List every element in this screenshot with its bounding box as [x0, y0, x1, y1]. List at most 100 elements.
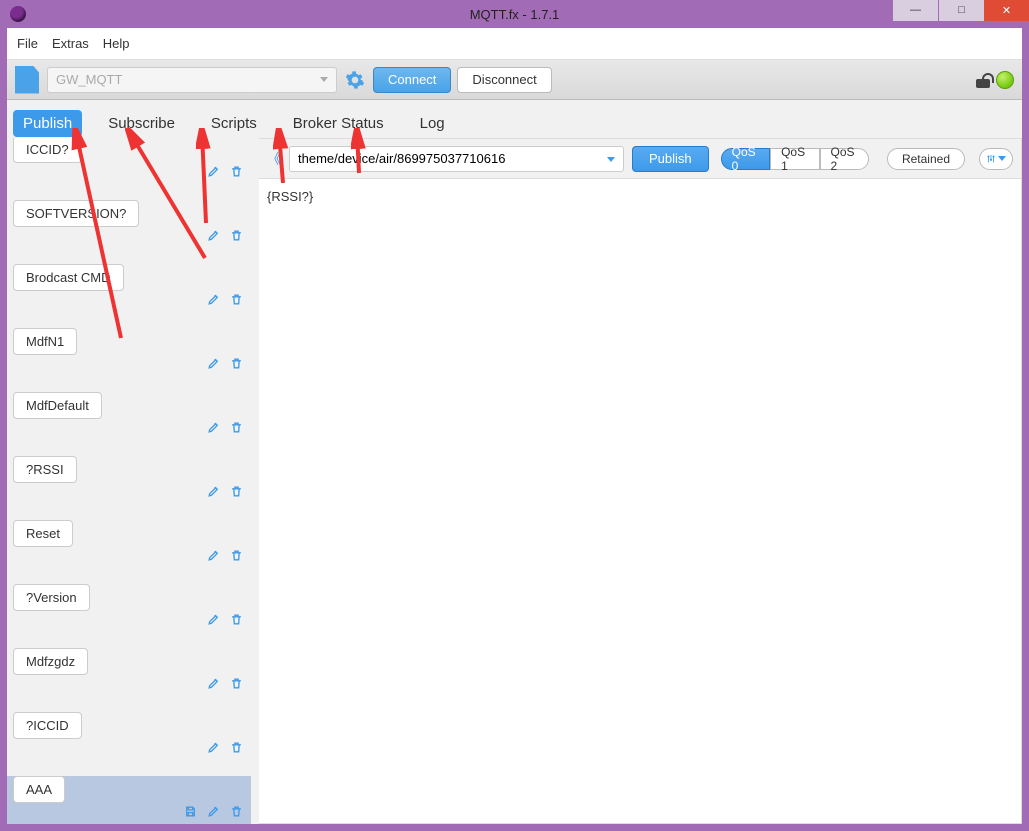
- menubar: File Extras Help: [7, 28, 1022, 60]
- command-item[interactable]: ?RSSI: [7, 456, 251, 504]
- command-button[interactable]: ICCID?: [13, 138, 82, 163]
- delete-icon[interactable]: [230, 485, 243, 501]
- edit-icon[interactable]: [207, 229, 220, 245]
- command-actions: [13, 677, 245, 693]
- edit-icon[interactable]: [207, 421, 220, 437]
- menu-file[interactable]: File: [17, 36, 38, 51]
- publish-button[interactable]: Publish: [632, 146, 709, 172]
- retained-toggle[interactable]: Retained: [887, 148, 965, 170]
- tab-publish[interactable]: Publish: [13, 110, 82, 137]
- edit-icon[interactable]: [207, 485, 220, 501]
- tabs: Publish Subscribe Scripts Broker Status …: [7, 100, 1022, 138]
- back-caret-icon[interactable]: 《: [267, 149, 281, 169]
- edit-icon[interactable]: [207, 805, 220, 821]
- qos-group: QoS 0 QoS 1 QoS 2: [721, 148, 869, 170]
- tab-broker-status[interactable]: Broker Status: [283, 110, 394, 137]
- delete-icon[interactable]: [230, 613, 243, 629]
- command-item[interactable]: ?Version: [7, 584, 251, 632]
- delete-icon[interactable]: [230, 677, 243, 693]
- command-button[interactable]: Brodcast CMD: [13, 264, 124, 291]
- connection-status-dot: [996, 71, 1014, 89]
- toolbar: GW_MQTT Connect Disconnect: [7, 60, 1022, 100]
- command-button[interactable]: AAA: [13, 776, 65, 803]
- delete-icon[interactable]: [230, 421, 243, 437]
- delete-icon[interactable]: [230, 357, 243, 373]
- command-actions: [13, 805, 245, 821]
- command-actions: [13, 421, 245, 437]
- tab-subscribe[interactable]: Subscribe: [98, 110, 185, 137]
- command-actions: [13, 613, 245, 629]
- command-button[interactable]: SOFTVERSION?: [13, 200, 139, 227]
- edit-icon[interactable]: [207, 357, 220, 373]
- profile-file-icon[interactable]: [15, 66, 39, 94]
- topic-dropdown[interactable]: theme/device/air/869975037710616: [289, 146, 624, 172]
- command-item[interactable]: SOFTVERSION?: [7, 200, 251, 248]
- command-button[interactable]: Mdfzgdz: [13, 648, 88, 675]
- save-icon[interactable]: [184, 805, 197, 821]
- chevron-down-icon: [607, 157, 615, 162]
- chevron-down-icon: [998, 156, 1006, 161]
- window-title: MQTT.fx - 1.7.1: [0, 7, 1029, 22]
- command-button[interactable]: ?RSSI: [13, 456, 77, 483]
- gear-icon[interactable]: [345, 70, 365, 90]
- command-item[interactable]: AAA: [7, 776, 251, 824]
- edit-icon[interactable]: [207, 677, 220, 693]
- command-button[interactable]: ?Version: [13, 584, 90, 611]
- connect-button[interactable]: Connect: [373, 67, 451, 93]
- menu-help[interactable]: Help: [103, 36, 130, 51]
- delete-icon[interactable]: [230, 165, 243, 181]
- qos1-button[interactable]: QoS 1: [770, 148, 819, 170]
- qos2-button[interactable]: QoS 2: [820, 148, 869, 170]
- menu-extras[interactable]: Extras: [52, 36, 89, 51]
- command-button[interactable]: Reset: [13, 520, 73, 547]
- command-item[interactable]: Reset: [7, 520, 251, 568]
- lock-icon: [976, 72, 990, 88]
- edit-icon[interactable]: [207, 293, 220, 309]
- edit-icon[interactable]: [207, 549, 220, 565]
- topic-value: theme/device/air/869975037710616: [298, 151, 505, 166]
- profile-dropdown[interactable]: GW_MQTT: [47, 67, 337, 93]
- profile-name: GW_MQTT: [56, 72, 122, 87]
- sliders-icon: [986, 153, 996, 165]
- command-item[interactable]: MdfDefault: [7, 392, 251, 440]
- chevron-down-icon: [320, 77, 328, 82]
- delete-icon[interactable]: [230, 805, 243, 821]
- delete-icon[interactable]: [230, 549, 243, 565]
- command-actions: [13, 485, 245, 501]
- status-area: [976, 71, 1014, 89]
- edit-icon[interactable]: [207, 741, 220, 757]
- edit-icon[interactable]: [207, 165, 220, 181]
- command-item[interactable]: Mdfzgdz: [7, 648, 251, 696]
- splitter[interactable]: [251, 138, 259, 824]
- command-button[interactable]: MdfDefault: [13, 392, 102, 419]
- command-item[interactable]: MdfN1: [7, 328, 251, 376]
- command-actions: [13, 357, 245, 373]
- command-button[interactable]: MdfN1: [13, 328, 77, 355]
- main-split: xICCID?SOFTVERSION?Brodcast CMDMdfN1MdfD…: [7, 138, 1022, 824]
- command-item[interactable]: ICCID?: [7, 138, 251, 184]
- command-actions: [13, 549, 245, 565]
- edit-icon[interactable]: [207, 613, 220, 629]
- delete-icon[interactable]: [230, 741, 243, 757]
- tab-scripts[interactable]: Scripts: [201, 110, 267, 137]
- command-button[interactable]: ?ICCID: [13, 712, 82, 739]
- delete-icon[interactable]: [230, 293, 243, 309]
- titlebar: MQTT.fx - 1.7.1 — □ ✕: [0, 0, 1029, 28]
- command-item[interactable]: ?ICCID: [7, 712, 251, 760]
- disconnect-button[interactable]: Disconnect: [457, 67, 551, 93]
- minimize-button[interactable]: —: [893, 0, 938, 21]
- publish-bar: 《 theme/device/air/869975037710616 Publi…: [259, 139, 1021, 179]
- close-button[interactable]: ✕: [984, 0, 1029, 21]
- tab-log[interactable]: Log: [410, 110, 455, 137]
- maximize-button[interactable]: □: [939, 0, 984, 21]
- command-actions: [13, 165, 245, 181]
- payload-editor[interactable]: [259, 179, 1021, 823]
- qos0-button[interactable]: QoS 0: [721, 148, 770, 170]
- delete-icon[interactable]: [230, 229, 243, 245]
- command-sidebar[interactable]: xICCID?SOFTVERSION?Brodcast CMDMdfN1MdfD…: [7, 138, 251, 824]
- command-actions: [13, 229, 245, 245]
- command-actions: [13, 741, 245, 757]
- content: Publish Subscribe Scripts Broker Status …: [7, 100, 1022, 824]
- command-item[interactable]: Brodcast CMD: [7, 264, 251, 312]
- publish-settings-button[interactable]: [979, 148, 1013, 170]
